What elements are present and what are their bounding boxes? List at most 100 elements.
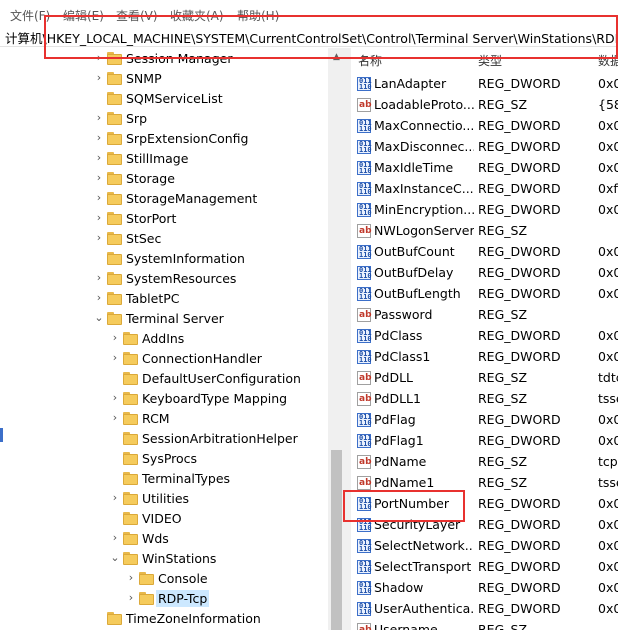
tree-item[interactable]: › Utilities [0, 489, 330, 509]
tree-item[interactable]: ⌄ WinStations [0, 549, 330, 569]
expand-chevron-icon[interactable]: › [125, 571, 137, 585]
tree-scrollbar[interactable]: ▲ [328, 48, 345, 630]
value-row[interactable]: ab NWLogonServer REG_SZ [351, 221, 618, 242]
value-row[interactable]: 011 110 SelectTransport REG_DWORD 0x0 [351, 557, 618, 578]
tree-item[interactable]: › Console [0, 569, 330, 589]
expand-chevron-icon[interactable]: › [125, 591, 137, 605]
tree-item-label[interactable]: RDP-Tcp [156, 590, 210, 607]
tree-item-label[interactable]: SrpExtensionConfig [124, 130, 250, 147]
tree-item-label[interactable]: Storage [124, 170, 177, 187]
tree-item[interactable]: › SNMP [0, 69, 330, 89]
address-path[interactable]: 计算机\HKEY_LOCAL_MACHINE\SYSTEM\CurrentCon… [5, 28, 618, 47]
tree-item[interactable]: VIDEO [0, 509, 330, 529]
tree-item-label[interactable]: TabletPC [124, 290, 182, 307]
value-row[interactable]: 011110MaxInstanceC... REG_DWORD 0xff [351, 179, 618, 200]
expand-chevron-icon[interactable]: › [93, 51, 105, 65]
expand-chevron-icon[interactable] [109, 451, 121, 465]
expand-chevron-icon[interactable]: › [93, 291, 105, 305]
values-list[interactable]: 名称 类型 数据 011 110 LanAdapter REG_DWORD 0x0 ab L… [351, 48, 618, 630]
expand-chevron-icon[interactable]: › [109, 351, 121, 365]
expand-chevron-icon[interactable] [109, 511, 121, 525]
tree-item[interactable]: › TabletPC [0, 289, 330, 309]
menu-help[interactable]: 帮助(H) [237, 7, 279, 24]
tree-item[interactable]: TerminalTypes [0, 469, 330, 489]
column-header-name[interactable]: 名称 [358, 50, 382, 72]
expand-chevron-icon[interactable]: › [93, 211, 105, 225]
tree-item[interactable]: SessionArbitrationHelper [0, 429, 330, 449]
tree-item-label[interactable]: ConnectionHandler [140, 350, 264, 367]
tree-item-label[interactable]: SessionArbitrationHelper [140, 430, 300, 447]
value-row[interactable]: 011 110 MinEncryption... REG_DWORD 0x0 [351, 200, 618, 221]
value-row[interactable]: ab Password REG_SZ [351, 305, 618, 326]
value-row[interactable]: 011 110 MaxConnectio... REG_DWORD 0x0 [351, 116, 618, 137]
tree-item[interactable]: › RCM [0, 409, 330, 429]
collapse-chevron-icon[interactable]: ⌄ [93, 311, 105, 325]
tree-item[interactable]: › StorageManagement [0, 189, 330, 209]
value-row[interactable]: 011 110 LanAdapter REG_DWORD 0x0 [351, 74, 618, 95]
scroll-thumb[interactable] [331, 450, 342, 630]
expand-chevron-icon[interactable]: › [93, 111, 105, 125]
tree-item-label[interactable]: Utilities [140, 490, 191, 507]
value-row[interactable]: 011 110 PdClass1 REG_DWORD 0x0 [351, 347, 618, 368]
expand-chevron-icon[interactable]: › [109, 491, 121, 505]
value-row[interactable]: 011 110 PortNumber REG_DWORD 0x0 [351, 494, 618, 515]
tree-item[interactable]: SQMServiceList [0, 89, 330, 109]
column-header-data[interactable]: 数据 [598, 50, 618, 72]
tree-item[interactable]: › SystemResources [0, 269, 330, 289]
expand-chevron-icon[interactable]: › [109, 331, 121, 345]
expand-chevron-icon[interactable]: › [93, 271, 105, 285]
tree-item-label[interactable]: DefaultUserConfiguration [140, 370, 303, 387]
tree-item[interactable]: ⌄ Terminal Server [0, 309, 330, 329]
expand-chevron-icon[interactable] [109, 471, 121, 485]
expand-chevron-icon[interactable]: › [109, 411, 121, 425]
expand-chevron-icon[interactable]: › [109, 531, 121, 545]
tree-item-label[interactable]: StSec [124, 230, 163, 247]
tree-item-label[interactable]: TerminalTypes [140, 470, 232, 487]
tree-item-label[interactable]: SNMP [124, 70, 164, 87]
expand-chevron-icon[interactable]: › [109, 391, 121, 405]
tree-item[interactable]: SysProcs [0, 449, 330, 469]
tree-item-label[interactable]: SQMServiceList [124, 90, 225, 107]
value-row[interactable]: 011 110 OutBufCount REG_DWORD 0x0 [351, 242, 618, 263]
tree-item[interactable]: SystemInformation [0, 249, 330, 269]
tree-item-label[interactable]: SystemResources [124, 270, 238, 287]
tree-item[interactable]: › ConnectionHandler [0, 349, 330, 369]
expand-chevron-icon[interactable]: › [93, 151, 105, 165]
expand-chevron-icon[interactable]: › [93, 191, 105, 205]
value-row[interactable]: abPdDLL REG_SZ tdtc [351, 368, 618, 389]
tree-item-label[interactable]: Wds [140, 530, 171, 547]
tree-item-label[interactable]: TimeZoneInformation [124, 610, 263, 627]
value-row[interactable]: 011 110 PdClass REG_DWORD 0x0 [351, 326, 618, 347]
value-row[interactable]: 011 110 Shadow REG_DWORD 0x0 [351, 578, 618, 599]
value-row[interactable]: 011 110 MaxIdleTime REG_DWORD 0x0 [351, 158, 618, 179]
tree-item-label[interactable]: KeyboardType Mapping [140, 390, 289, 407]
expand-chevron-icon[interactable] [93, 251, 105, 265]
tree-item[interactable]: › KeyboardType Mapping [0, 389, 330, 409]
tree-item[interactable]: › Session Manager [0, 49, 330, 69]
tree-item[interactable]: TimeZoneInformation [0, 609, 330, 629]
menu-view[interactable]: 查看(V) [116, 7, 158, 24]
tree-item[interactable]: › Storage [0, 169, 330, 189]
tree-item[interactable]: › StillImage [0, 149, 330, 169]
menu-favorites[interactable]: 收藏夹(A) [170, 7, 224, 24]
expand-chevron-icon[interactable] [109, 371, 121, 385]
address-bar[interactable]: 计算机\HKEY_LOCAL_MACHINE\SYSTEM\CurrentCon… [0, 26, 618, 47]
registry-tree[interactable]: › Session Manager › SNMP SQMServiceList › Srp ›… [0, 48, 345, 630]
tree-item[interactable]: › Srp [0, 109, 330, 129]
value-row[interactable]: 011 110 OutBufLength REG_DWORD 0x0 [351, 284, 618, 305]
tree-item[interactable]: › StorPort [0, 209, 330, 229]
expand-chevron-icon[interactable] [109, 431, 121, 445]
value-row[interactable]: ab PdName REG_SZ tcp [351, 452, 618, 473]
expand-chevron-icon[interactable] [93, 91, 105, 105]
expand-chevron-icon[interactable]: › [93, 71, 105, 85]
tree-item-label[interactable]: StorPort [124, 210, 178, 227]
menu-edit[interactable]: 编辑(E) [63, 7, 104, 24]
tree-item-label[interactable]: Terminal Server [124, 310, 226, 327]
tree-item-label[interactable]: AddIns [140, 330, 186, 347]
tree-item-label[interactable]: StorageManagement [124, 190, 259, 207]
tree-item-label[interactable]: SysProcs [140, 450, 199, 467]
tree-item[interactable]: DefaultUserConfiguration [0, 369, 330, 389]
value-row[interactable]: 011 110 SecurityLayer REG_DWORD 0x0 [351, 515, 618, 536]
value-row[interactable]: abPdName1 REG_SZ tsse [351, 473, 618, 494]
value-row[interactable]: 011 110 OutBufDelay REG_DWORD 0x0 [351, 263, 618, 284]
